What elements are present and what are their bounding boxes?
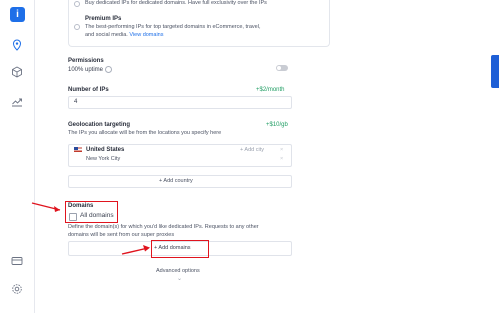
annotation-arrow-domains [31, 202, 61, 212]
annotation-box-domains [65, 201, 118, 223]
city-name: New York City [86, 156, 121, 162]
info-icon[interactable] [104, 66, 112, 73]
chevron-down-icon[interactable]: ⌄ [177, 275, 182, 282]
ip-type-card: Buy dedicated IPs for dedicated domains.… [68, 0, 330, 47]
geolocation-price: +$10/gb [266, 122, 288, 128]
location-pin-icon[interactable] [11, 39, 23, 51]
add-city-button[interactable]: + Add city [240, 147, 264, 153]
dedicated-radio[interactable] [74, 1, 80, 7]
main-content: Buy dedicated IPs for dedicated domains.… [34, 0, 500, 313]
number-of-ips-price: +$2/month [256, 87, 285, 93]
geolocation-description: The IPs you allocate will be from the lo… [68, 130, 222, 136]
number-of-ips-input[interactable]: 4 [68, 96, 292, 109]
uptime-toggle[interactable] [276, 65, 288, 71]
chart-icon[interactable] [11, 95, 23, 107]
premium-radio[interactable] [74, 24, 80, 30]
premium-description-line2: and social media. View domains [85, 32, 164, 38]
app-logo[interactable]: i [10, 7, 25, 22]
annotation-box-add-domains [151, 240, 209, 258]
uptime-label: 100% uptime [68, 66, 112, 73]
remove-country-icon[interactable]: × [280, 147, 283, 153]
dedicated-description: Buy dedicated IPs for dedicated domains.… [85, 0, 267, 6]
premium-title: Premium IPs [85, 16, 122, 22]
permissions-title: Permissions [68, 58, 104, 64]
settings-icon[interactable] [11, 283, 23, 295]
premium-description-line1: The best-performing IPs for top targeted… [85, 24, 261, 30]
sidebar: i [0, 0, 35, 313]
add-country-button[interactable]: + Add country [68, 175, 292, 188]
view-domains-link[interactable]: View domains [129, 32, 163, 38]
cube-icon[interactable] [11, 66, 23, 78]
domains-description-line2: domains will be sent from our super prox… [68, 232, 175, 238]
number-of-ips-label: Number of IPs [68, 87, 109, 93]
country-name: United States [86, 147, 125, 153]
feedback-tab[interactable]: Feedback [485, 55, 499, 88]
card-icon[interactable] [11, 255, 23, 267]
geolocation-label: Geolocation targeting [68, 122, 131, 128]
domains-description-line1: Define the domain(s) for which you'd lik… [68, 224, 259, 230]
advanced-options-toggle[interactable]: Advanced options [156, 268, 200, 274]
location-box: United States + Add city × New York City… [68, 144, 292, 167]
us-flag-icon [74, 147, 82, 152]
annotation-arrow-add-domains [121, 245, 150, 255]
remove-city-icon[interactable]: × [280, 156, 283, 162]
